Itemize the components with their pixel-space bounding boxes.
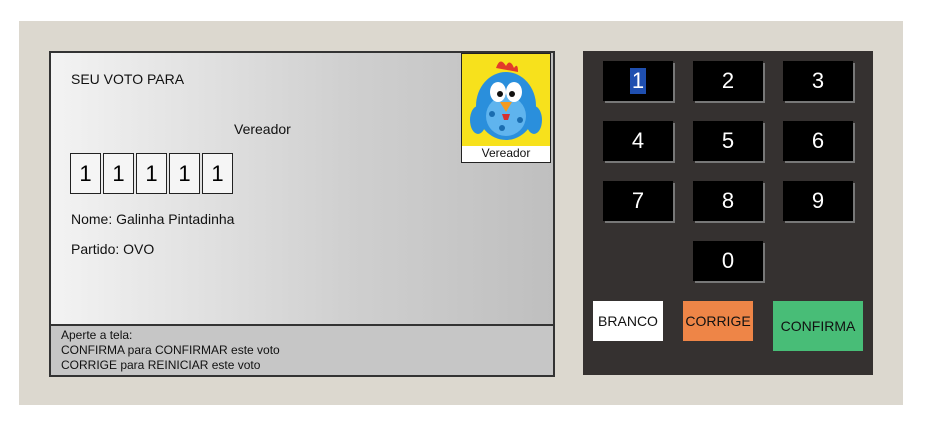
key-0[interactable]: 0 xyxy=(693,241,763,281)
footer-line: Aperte a tela: xyxy=(61,328,133,342)
key-4[interactable]: 4 xyxy=(603,121,673,161)
footer-line: CONFIRMA para CONFIRMAR este voto xyxy=(61,343,280,357)
key-label: 0 xyxy=(721,248,735,273)
vote-digit: 1 xyxy=(103,153,134,194)
key-label: 2 xyxy=(721,68,735,93)
footer-line: CORRIGE para REINICIAR este voto xyxy=(61,358,261,372)
key-label: 7 xyxy=(631,188,645,213)
key-1[interactable]: 1 xyxy=(603,61,673,101)
candidate-party: Partido: OVO xyxy=(71,241,155,257)
vote-digit: 1 xyxy=(169,153,200,194)
key-label: 9 xyxy=(811,188,825,213)
branco-button[interactable]: BRANCO xyxy=(593,301,663,341)
vote-digit: 1 xyxy=(70,153,101,194)
screen-footer: Aperte a tela: CONFIRMA para CONFIRMAR e… xyxy=(51,324,553,375)
key-label: 4 xyxy=(631,128,645,153)
photo-caption: Vereador xyxy=(481,146,531,160)
key-label: 8 xyxy=(721,188,735,213)
key-label: 1 xyxy=(629,68,647,94)
key-8[interactable]: 8 xyxy=(693,181,763,221)
vote-digits: 1 1 1 1 1 xyxy=(70,153,235,194)
candidate-name: Nome: Galinha Pintadinha xyxy=(71,211,235,227)
key-label: 3 xyxy=(811,68,825,93)
key-6[interactable]: 6 xyxy=(783,121,853,161)
candidate-photo: Vereador xyxy=(461,53,551,163)
key-2[interactable]: 2 xyxy=(693,61,763,101)
corrige-button[interactable]: CORRIGE xyxy=(683,301,753,341)
key-label: 6 xyxy=(811,128,825,153)
keypad: 1 2 3 4 5 6 7 8 9 0 BRANCO CORRIGE CONFI… xyxy=(583,51,873,375)
screen-title: SEU VOTO PARA xyxy=(71,71,185,87)
key-label: 5 xyxy=(721,128,735,153)
candidate-role: Vereador xyxy=(234,121,291,137)
key-9[interactable]: 9 xyxy=(783,181,853,221)
vote-digit: 1 xyxy=(136,153,167,194)
candidate-image xyxy=(462,54,550,146)
ballot-screen: SEU VOTO PARA Vereador 1 1 1 1 1 Nome: G… xyxy=(49,51,555,377)
vote-digit: 1 xyxy=(202,153,233,194)
key-7[interactable]: 7 xyxy=(603,181,673,221)
key-3[interactable]: 3 xyxy=(783,61,853,101)
confirma-button[interactable]: CONFIRMA xyxy=(773,301,863,351)
key-5[interactable]: 5 xyxy=(693,121,763,161)
